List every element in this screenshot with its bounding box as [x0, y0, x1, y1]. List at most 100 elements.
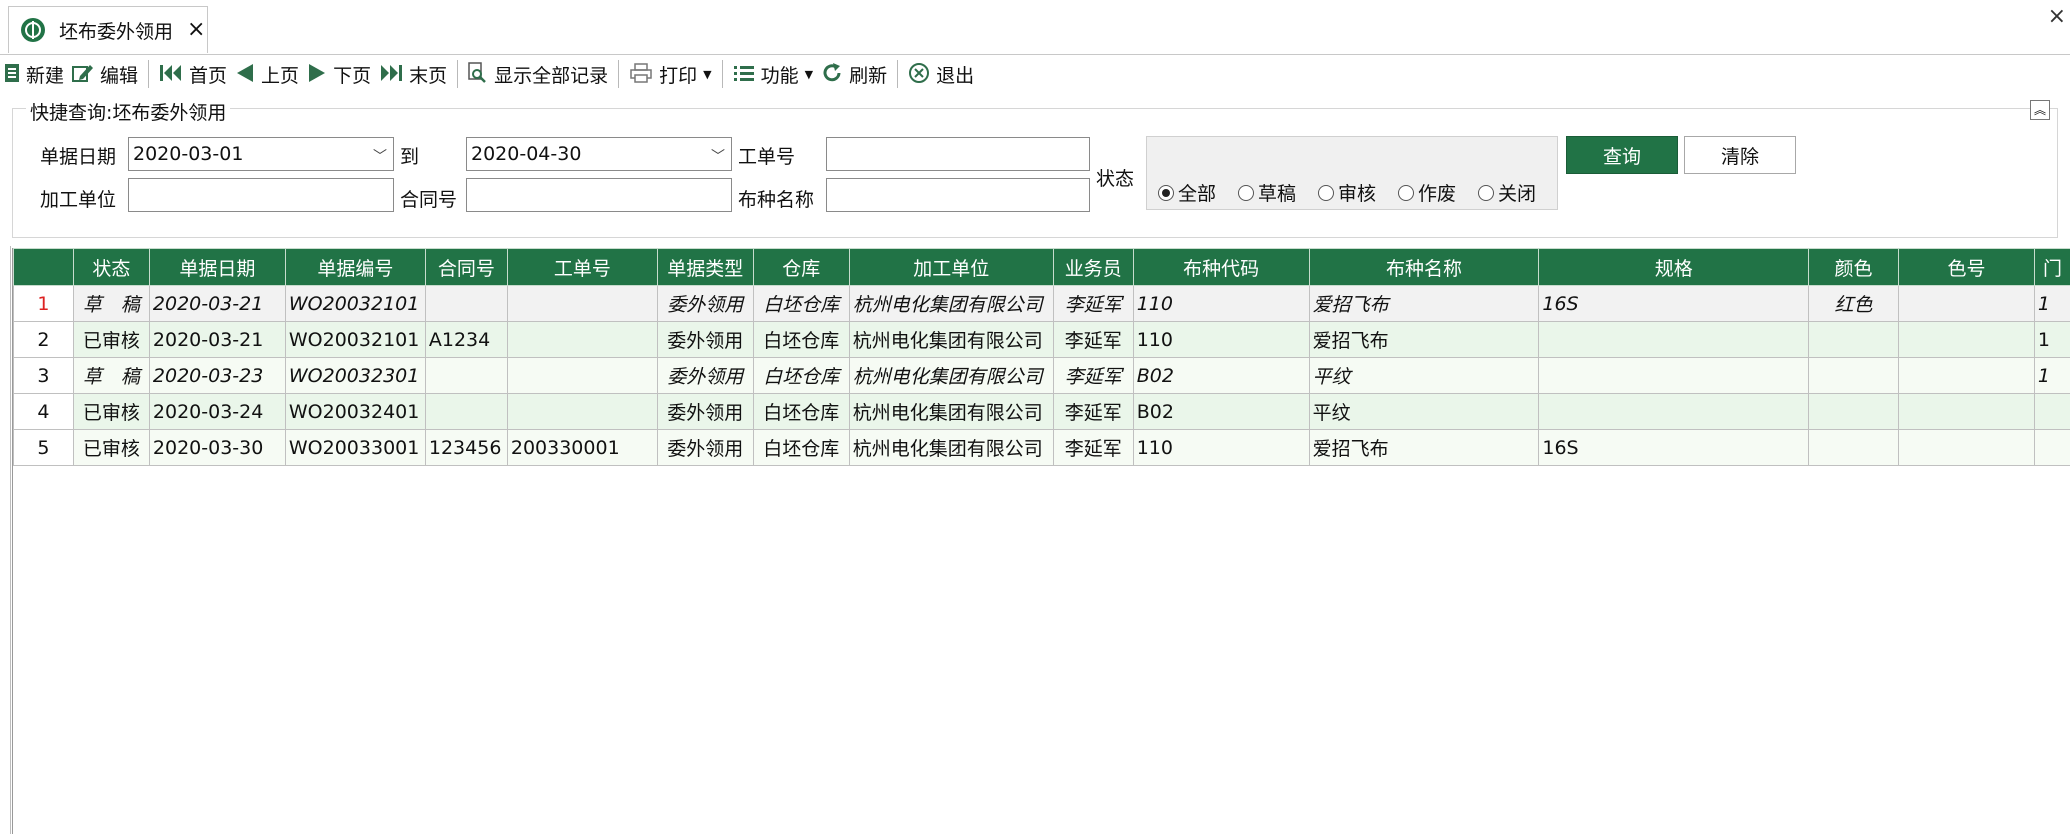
prev-page-button[interactable]: 上页: [231, 58, 303, 90]
cell-fabric-code[interactable]: B02: [1132, 357, 1310, 394]
cell-unit[interactable]: 杭州电化集团有限公司: [848, 393, 1054, 430]
cell-unit[interactable]: 杭州电化集团有限公司: [848, 429, 1054, 466]
cell-warehouse[interactable]: 白坯仓库: [752, 285, 850, 322]
chevron-down-icon[interactable]: ﹀: [711, 146, 725, 166]
cell-warehouse[interactable]: 白坯仓库: [752, 357, 850, 394]
date-from-field[interactable]: 2020-03-01 ﹀: [128, 137, 394, 171]
cell-unit[interactable]: 杭州电化集团有限公司: [848, 321, 1054, 358]
cell-type[interactable]: 委外领用: [656, 357, 754, 394]
cell-fabric-name[interactable]: 平纹: [1308, 393, 1540, 430]
cell-fabric-name[interactable]: 平纹: [1308, 357, 1540, 394]
cell-spec[interactable]: [1538, 393, 1810, 430]
cell-status[interactable]: 草 稿: [72, 357, 150, 394]
cell-warehouse[interactable]: 白坯仓库: [752, 321, 850, 358]
status-radio-approved[interactable]: 审核: [1318, 179, 1376, 206]
cell-date[interactable]: 2020-03-21: [148, 285, 286, 322]
status-radio-draft[interactable]: 草稿: [1238, 179, 1296, 206]
cell-doc-no[interactable]: WO20032401: [284, 393, 426, 430]
last-page-button[interactable]: 末页: [375, 58, 451, 90]
refresh-button[interactable]: 刷新: [817, 58, 891, 90]
clear-button[interactable]: 清除: [1684, 136, 1796, 174]
cell-extra[interactable]: [2033, 429, 2070, 466]
cell-color[interactable]: [1808, 321, 1900, 358]
column-header[interactable]: 布种代码: [1132, 248, 1310, 286]
column-header[interactable]: [13, 248, 74, 286]
row-number[interactable]: 5: [13, 429, 74, 466]
next-page-button[interactable]: 下页: [303, 58, 375, 90]
cell-spec[interactable]: 16S: [1538, 429, 1810, 466]
cell-job[interactable]: [506, 321, 658, 358]
cell-date[interactable]: 2020-03-23: [148, 357, 286, 394]
chevron-down-icon[interactable]: ﹀: [373, 146, 387, 166]
cell-spec[interactable]: [1538, 321, 1810, 358]
cell-fabric-name[interactable]: 爱招飞布: [1308, 429, 1540, 466]
row-number[interactable]: 1: [13, 285, 74, 322]
column-header[interactable]: 门: [2033, 248, 2070, 286]
edit-button[interactable]: 编辑: [68, 58, 142, 90]
job-no-input[interactable]: [826, 137, 1090, 171]
cell-extra[interactable]: 1: [2033, 357, 2070, 394]
cell-date[interactable]: 2020-03-21: [148, 321, 286, 358]
cell-spec[interactable]: [1538, 357, 1810, 394]
cell-color-no[interactable]: [1898, 357, 2035, 394]
cell-color[interactable]: [1808, 357, 1900, 394]
date-to-field[interactable]: 2020-04-30 ﹀: [466, 137, 732, 171]
cell-color-no[interactable]: [1898, 429, 2035, 466]
print-button[interactable]: 打印 ▼: [625, 58, 715, 90]
cell-color-no[interactable]: [1898, 285, 2035, 322]
table-row[interactable]: 4 已审核 2020-03-24 WO20032401 委外领用 白坯仓库 杭州电化集团有限…: [13, 393, 2070, 430]
cell-doc-no[interactable]: WO20032301: [284, 357, 426, 394]
cell-color-no[interactable]: [1898, 393, 2035, 430]
cell-doc-no[interactable]: WO20032101: [284, 321, 426, 358]
cell-extra[interactable]: 1: [2033, 321, 2070, 358]
cell-type[interactable]: 委外领用: [656, 321, 754, 358]
cell-color[interactable]: [1808, 393, 1900, 430]
query-button[interactable]: 查询: [1566, 136, 1678, 174]
column-header[interactable]: 仓库: [752, 248, 850, 286]
column-header[interactable]: 单据编号: [284, 248, 426, 286]
table-row[interactable]: 5 已审核 2020-03-30 WO20033001 123456 200330001 委…: [13, 429, 2070, 466]
functions-button[interactable]: 功能 ▼: [729, 58, 817, 90]
cell-status[interactable]: 草 稿: [72, 285, 150, 322]
cell-color-no[interactable]: [1898, 321, 2035, 358]
row-number[interactable]: 4: [13, 393, 74, 430]
cell-contract[interactable]: [424, 393, 508, 430]
column-header[interactable]: 单据日期: [148, 248, 286, 286]
cell-type[interactable]: 委外领用: [656, 285, 754, 322]
row-number[interactable]: 2: [13, 321, 74, 358]
column-header[interactable]: 业务员: [1052, 248, 1134, 286]
column-header[interactable]: 颜色: [1808, 248, 1900, 286]
cell-staff[interactable]: 李延军: [1052, 429, 1134, 466]
cell-staff[interactable]: 李延军: [1052, 393, 1134, 430]
exit-button[interactable]: 退出: [904, 58, 978, 90]
show-all-button[interactable]: 显示全部记录: [464, 58, 612, 90]
cell-fabric-code[interactable]: 110: [1132, 321, 1310, 358]
cell-doc-no[interactable]: WO20032101: [284, 285, 426, 322]
column-header[interactable]: 状态: [72, 248, 150, 286]
cell-contract[interactable]: [424, 285, 508, 322]
cell-color[interactable]: [1808, 429, 1900, 466]
cell-staff[interactable]: 李延军: [1052, 285, 1134, 322]
cell-date[interactable]: 2020-03-24: [148, 393, 286, 430]
first-page-button[interactable]: 首页: [155, 58, 231, 90]
cell-color[interactable]: 红色: [1808, 285, 1900, 322]
tab-close-icon[interactable]: ×: [187, 19, 205, 41]
table-row[interactable]: 3草 稿 2020-03-23 WO20032301 委外领用 白坯仓库 杭州电化集团有限…: [13, 357, 2070, 394]
status-radio-closed[interactable]: 关闭: [1478, 179, 1536, 206]
column-header[interactable]: 单据类型: [656, 248, 754, 286]
window-close-icon[interactable]: ×: [2048, 4, 2066, 29]
tab-fabric-outsource[interactable]: 坯布委外领用 ×: [8, 6, 208, 53]
cell-warehouse[interactable]: 白坯仓库: [752, 429, 850, 466]
column-header[interactable]: 加工单位: [848, 248, 1054, 286]
column-header[interactable]: 布种名称: [1308, 248, 1540, 286]
cell-status[interactable]: 已审核: [72, 393, 150, 430]
cell-spec[interactable]: 16S: [1538, 285, 1810, 322]
cell-type[interactable]: 委外领用: [656, 393, 754, 430]
cell-fabric-code[interactable]: 110: [1132, 285, 1310, 322]
contract-input[interactable]: [466, 178, 732, 212]
cell-job[interactable]: [506, 357, 658, 394]
cell-doc-no[interactable]: WO20033001: [284, 429, 426, 466]
column-header[interactable]: 色号: [1898, 248, 2035, 286]
cell-warehouse[interactable]: 白坯仓库: [752, 393, 850, 430]
data-grid[interactable]: 状态 单据日期 单据编号 合同号 工单号 单据类型 仓库 加工单位 业务员 布种…: [12, 248, 2070, 834]
